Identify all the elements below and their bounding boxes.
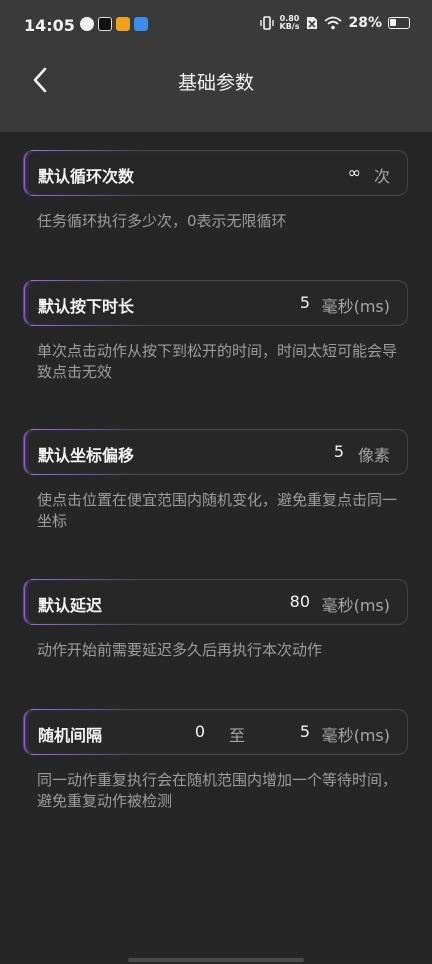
- random-interval-field[interactable]: 随机间隔 0 至 5 毫秒(ms): [24, 709, 408, 755]
- random-interval-separator: 至: [229, 726, 246, 745]
- coord-offset-value[interactable]: 5: [334, 442, 344, 461]
- press-duration-field[interactable]: 默认按下时长 5 毫秒(ms): [24, 280, 408, 326]
- press-duration-label: 默认按下时长: [38, 297, 135, 316]
- no-sim-icon: [307, 17, 318, 29]
- page-title: 基础参数: [177, 72, 254, 94]
- battery-icon: [388, 17, 410, 29]
- delay-unit: 毫秒(ms): [321, 596, 390, 615]
- press-duration-value[interactable]: 5: [300, 293, 310, 312]
- network-speed-unit: KB/s: [279, 22, 300, 31]
- random-interval-label: 随机间隔: [38, 726, 103, 745]
- status-right: 0.80 KB/s 28%: [259, 15, 410, 31]
- delay-value[interactable]: 80: [290, 592, 310, 611]
- random-interval-unit: 毫秒(ms): [321, 726, 390, 745]
- home-indicator: [128, 958, 304, 962]
- tiktok-icon: [98, 17, 112, 31]
- press-duration-description: 单次点击动作从按下到松开的时间，时间太短可能会导致点击无效: [37, 342, 398, 381]
- loop-count-value[interactable]: ∞: [348, 163, 361, 182]
- random-interval-max[interactable]: 5: [300, 722, 310, 741]
- coord-offset-description: 使点击位置在便宜范围内随机变化，避免重复点击同一坐标: [37, 491, 398, 530]
- loop-count-label: 默认循环次数: [38, 167, 135, 186]
- random-interval-min[interactable]: 0: [195, 722, 205, 741]
- coord-offset-field[interactable]: 默认坐标偏移 5 像素: [24, 429, 408, 475]
- wifi-icon: [324, 16, 343, 30]
- loop-count-description: 任务循环执行多少次，0表示无限循环: [37, 212, 287, 230]
- coord-offset-unit: 像素: [357, 446, 390, 465]
- app-notification-icon: [80, 17, 94, 31]
- delay-field[interactable]: 默认延迟 80 毫秒(ms): [24, 579, 408, 625]
- app-notification-icon: [134, 17, 148, 31]
- loop-count-field[interactable]: 默认循环次数 ∞ 次: [24, 150, 408, 196]
- delay-label: 默认延迟: [38, 596, 103, 615]
- weibo-icon: [116, 17, 130, 31]
- loop-count-unit: 次: [373, 167, 390, 186]
- vibrate-icon: [259, 16, 274, 30]
- app-bar: 基础参数: [0, 52, 432, 132]
- press-duration-unit: 毫秒(ms): [321, 297, 390, 316]
- delay-description: 动作开始前需要延迟多久后再执行本次动作: [37, 641, 323, 659]
- status-time: 14:05: [24, 16, 75, 35]
- battery-percent: 28%: [348, 15, 382, 31]
- notification-icons: [80, 17, 148, 31]
- coord-offset-label: 默认坐标偏移: [38, 446, 135, 465]
- network-speed: 0.80 KB/s: [280, 15, 300, 31]
- random-interval-description: 同一动作重复执行会在随机范围内增加一个等待时间，避免重复动作被检测: [37, 771, 398, 810]
- status-bar: 14:05 0.80 KB/s 28%: [0, 0, 432, 52]
